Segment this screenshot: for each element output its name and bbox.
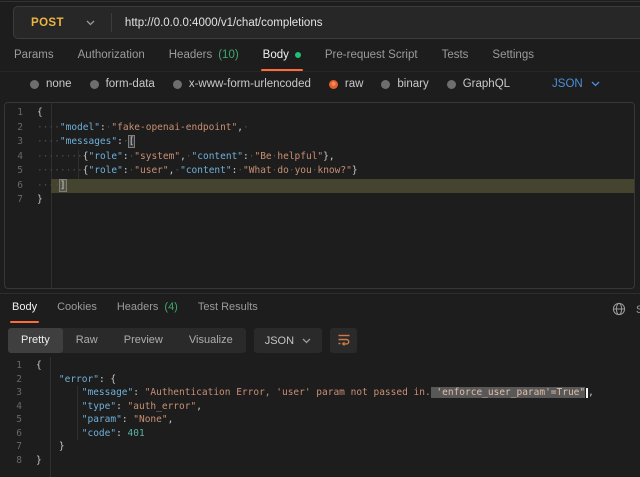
url-bar-divider bbox=[111, 13, 112, 32]
request-tabs: Params Authorization Headers(10) Body Pr… bbox=[14, 49, 534, 64]
line-number: 4 bbox=[4, 400, 36, 414]
radio-icon bbox=[447, 80, 456, 89]
line-number: 3 bbox=[5, 135, 37, 150]
body-modified-dot-icon bbox=[295, 52, 301, 58]
code-line[interactable]: 3····"messages":·[ bbox=[5, 135, 634, 150]
view-preview[interactable]: Preview bbox=[111, 328, 176, 353]
tab-tests[interactable]: Tests bbox=[442, 49, 469, 64]
code-line[interactable]: 4········{"role":·"system",·"content":·"… bbox=[5, 150, 634, 165]
response-toolbar: Pretty Raw Preview Visualize JSON bbox=[8, 328, 357, 353]
radio-icon bbox=[90, 80, 99, 89]
wrap-text-button[interactable] bbox=[330, 328, 357, 353]
tab-pre-request-script[interactable]: Pre-request Script bbox=[325, 49, 418, 64]
response-tab-headers[interactable]: Headers(4) bbox=[117, 301, 178, 316]
tab-headers[interactable]: Headers(10) bbox=[169, 49, 239, 64]
chevron-down-icon bbox=[302, 338, 311, 344]
line-number: 5 bbox=[5, 164, 37, 179]
view-visualize[interactable]: Visualize bbox=[176, 328, 246, 353]
response-tabbar-actions bbox=[612, 302, 626, 321]
window-top-divider bbox=[0, 1, 640, 2]
code-line[interactable]: 4 "type": "auth_error", bbox=[4, 400, 640, 414]
response-tab-body[interactable]: Body bbox=[12, 301, 37, 316]
radio-icon bbox=[173, 80, 182, 89]
code-line[interactable]: 5 "param": "None", bbox=[4, 413, 640, 427]
mode-none[interactable]: none bbox=[30, 78, 72, 90]
url-input[interactable]: http://0.0.0.0:4000/v1/chat/completions bbox=[125, 17, 323, 29]
request-body-editor[interactable]: 1{2····"model":·"fake-openai-endpoint",·… bbox=[4, 102, 635, 289]
api-client-window: { "colors": { "accent_orange": "#ff6c37"… bbox=[0, 0, 640, 477]
raw-language-select[interactable]: JSON bbox=[552, 78, 600, 90]
tab-authorization[interactable]: Authorization bbox=[78, 49, 145, 64]
view-pretty[interactable]: Pretty bbox=[8, 328, 63, 353]
response-body-editor[interactable]: 1{2 "error": {3 "message": "Authenticati… bbox=[4, 357, 640, 477]
code-line[interactable]: 5········{"role":·"user",·"content":·"Wh… bbox=[5, 164, 634, 179]
line-number: 5 bbox=[4, 413, 36, 427]
code-line[interactable]: 8} bbox=[4, 454, 640, 468]
code-line[interactable]: 6····] bbox=[5, 179, 634, 194]
code-line[interactable]: 7 } bbox=[4, 440, 640, 454]
response-headers-count: (4) bbox=[164, 301, 177, 313]
mode-x-www-form-urlencoded[interactable]: x-www-form-urlencoded bbox=[173, 78, 311, 90]
mode-binary[interactable]: binary bbox=[381, 78, 428, 90]
request-url-bar: POST http://0.0.0.0:4000/v1/chat/complet… bbox=[13, 6, 640, 39]
response-tabs: Body Cookies Headers(4) Test Results bbox=[12, 301, 258, 316]
globe-icon[interactable] bbox=[612, 302, 626, 321]
line-number: 8 bbox=[4, 454, 36, 468]
radio-icon bbox=[381, 80, 390, 89]
tabs-divider bbox=[0, 71, 640, 72]
response-tab-cookies[interactable]: Cookies bbox=[57, 301, 97, 316]
response-tab-test-results[interactable]: Test Results bbox=[198, 301, 258, 316]
code-line[interactable]: 6 "code": 401 bbox=[4, 427, 640, 441]
line-number: 6 bbox=[4, 427, 36, 441]
view-raw[interactable]: Raw bbox=[63, 328, 111, 353]
body-mode-row: none form-data x-www-form-urlencoded raw… bbox=[30, 78, 600, 90]
code-line[interactable]: 7} bbox=[5, 193, 634, 208]
method-label: POST bbox=[31, 17, 64, 29]
line-number: 2 bbox=[4, 373, 36, 387]
chevron-down-icon bbox=[591, 81, 600, 87]
line-number: 3 bbox=[4, 386, 36, 400]
response-section-divider bbox=[0, 293, 640, 294]
line-number: 1 bbox=[5, 106, 37, 121]
response-view-switcher: Pretty Raw Preview Visualize bbox=[8, 328, 246, 353]
wrap-text-icon bbox=[337, 332, 351, 349]
code-line[interactable]: 2····"model":·"fake-openai-endpoint",· bbox=[5, 121, 634, 136]
radio-selected-icon bbox=[329, 80, 338, 89]
tab-body[interactable]: Body bbox=[263, 49, 301, 64]
response-language-select[interactable]: JSON bbox=[254, 328, 322, 353]
radio-icon bbox=[30, 80, 39, 89]
mode-raw[interactable]: raw bbox=[329, 78, 364, 90]
line-number: 6 bbox=[5, 179, 37, 194]
headers-count: (10) bbox=[218, 49, 238, 61]
tab-settings[interactable]: Settings bbox=[492, 49, 534, 64]
code-line[interactable]: 3 "message": "Authentication Error, 'use… bbox=[4, 386, 640, 400]
line-number: 7 bbox=[4, 440, 36, 454]
line-number: 4 bbox=[5, 150, 37, 165]
code-line[interactable]: 1{ bbox=[5, 106, 634, 121]
line-number: 1 bbox=[4, 359, 36, 373]
code-line[interactable]: 1{ bbox=[4, 359, 640, 373]
mode-form-data[interactable]: form-data bbox=[90, 78, 155, 90]
chevron-down-icon bbox=[86, 20, 95, 26]
tab-params[interactable]: Params bbox=[14, 49, 54, 64]
mode-graphql[interactable]: GraphQL bbox=[447, 78, 510, 90]
line-number: 2 bbox=[5, 121, 37, 136]
clipped-status-text: St bbox=[636, 304, 640, 316]
method-select[interactable]: POST bbox=[14, 17, 111, 29]
line-number: 7 bbox=[5, 193, 37, 208]
code-line[interactable]: 2 "error": { bbox=[4, 373, 640, 387]
